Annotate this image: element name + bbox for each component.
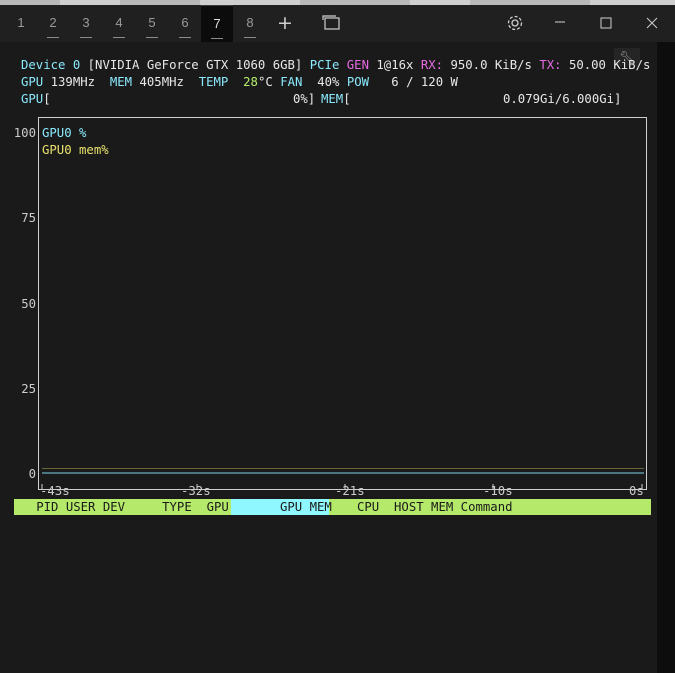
gen-label: GEN <box>346 58 369 72</box>
stats-line: GPU 139MHz MEM 405MHz TEMP 28°C FAN 40% … <box>21 74 458 90</box>
tab-6[interactable]: 6 <box>169 5 201 42</box>
tab-bar: 1 2 3 4 5 6 7 8 + <box>0 5 675 43</box>
scrollbar[interactable] <box>657 42 675 673</box>
legend-mem: GPU0 mem% <box>42 142 109 158</box>
pow-label: POW <box>346 75 370 89</box>
tab-underline <box>244 37 256 38</box>
col-dev[interactable]: DEV <box>103 500 125 514</box>
col-pid[interactable]: PID <box>36 500 58 514</box>
tab-label: 2 <box>49 15 57 30</box>
x-tick-label: -10s <box>483 484 513 498</box>
y-tick-label: 100 <box>13 126 36 140</box>
y-tick-label: 75 <box>21 211 36 226</box>
tab-1[interactable]: 1 <box>5 5 37 42</box>
x-tick-label: 0s <box>629 484 644 498</box>
gpu-util-value: 0%] <box>293 91 315 107</box>
fan-value: 40% <box>317 75 340 89</box>
rx-label: RX: <box>420 58 444 72</box>
y-tick-label: 50 <box>21 296 36 311</box>
gen-value: 1@16x <box>376 58 414 72</box>
process-header-right: CPU HOST MEM Command <box>357 499 513 515</box>
tab-4[interactable]: 4 <box>103 5 135 42</box>
gpu-util-bar: GPU[ <box>21 91 318 107</box>
tab-underline <box>179 37 191 38</box>
gpu-clock-value: 139MHz <box>50 75 96 89</box>
tab-underline <box>80 37 92 38</box>
pcie-label: PCIe <box>309 58 340 72</box>
legend-gpu-label: GPU0 % <box>42 126 87 140</box>
close-icon[interactable] <box>642 5 662 42</box>
mem-util-value: 0.079Gi/6.000Gi] <box>503 91 621 107</box>
gpu-util-percent: 0%] <box>293 92 316 106</box>
tab-5[interactable]: 5 <box>136 5 168 42</box>
tab-underline <box>211 38 223 39</box>
temp-value: 28 <box>243 75 258 89</box>
col-type[interactable]: TYPE <box>162 500 192 514</box>
col-user[interactable]: USER <box>66 500 96 514</box>
fan-label: FAN <box>280 75 303 89</box>
maximize-icon[interactable] <box>596 5 616 42</box>
col-command[interactable]: Command <box>461 500 513 514</box>
tab-2[interactable]: 2 <box>37 5 69 42</box>
tx-label: TX: <box>539 58 562 72</box>
gpu-clock-label: GPU <box>21 75 44 89</box>
gpu-bar-label: GPU <box>21 92 44 106</box>
col-gpu-mem-label: GPU MEM <box>280 499 332 515</box>
utilization-chart <box>38 117 647 490</box>
tab-label: 6 <box>181 15 189 30</box>
tab-label: 5 <box>148 15 156 30</box>
settings-icon[interactable] <box>503 5 527 42</box>
tab-label: 4 <box>115 15 123 30</box>
temp-unit: °C <box>257 75 273 89</box>
process-table-header: PID USER DEV TYPE GPU <box>14 499 651 515</box>
mem-util-bar: MEM[ <box>321 91 351 107</box>
tab-7[interactable]: 7 <box>201 5 233 43</box>
tab-label: 3 <box>82 15 90 30</box>
col-gpu[interactable]: GPU <box>207 500 229 514</box>
tab-underline <box>113 37 125 38</box>
tab-overview-icon[interactable] <box>319 5 343 42</box>
col-cpu[interactable]: CPU <box>357 500 379 514</box>
device-name: [NVIDIA GeForce GTX 1060 6GB] <box>87 58 303 72</box>
tab-label: 1 <box>17 15 25 30</box>
device-label: Device 0 <box>21 58 81 72</box>
tab-label: 8 <box>246 15 254 30</box>
legend-gpu: GPU0 % <box>42 125 86 141</box>
tab-3[interactable]: 3 <box>70 5 102 42</box>
x-tick-label: -32s <box>181 484 211 498</box>
mem-util-amount: 0.079Gi/6.000Gi] <box>503 92 622 106</box>
mem-clock-label: MEM <box>109 75 133 89</box>
temp-label: TEMP <box>198 75 229 89</box>
minimize-icon[interactable] <box>550 5 570 42</box>
y-tick-label: 0 <box>28 467 36 481</box>
pow-value: 6 / 120 W <box>391 75 458 89</box>
new-tab-icon[interactable]: + <box>274 5 296 42</box>
tx-value: 50.00 KiB/s <box>568 58 651 72</box>
col-host-mem[interactable]: HOST MEM <box>394 500 453 514</box>
device-line: Device 0 [NVIDIA GeForce GTX 1060 6GB] P… <box>21 57 650 73</box>
rx-value: 950.0 KiB/s <box>450 58 532 72</box>
x-tick-label: -21s <box>335 484 365 498</box>
gpu-bar-open: [ <box>43 92 51 106</box>
tab-underline <box>146 37 158 38</box>
mem-clock-value: 405MHz <box>139 75 184 89</box>
tab-underline <box>47 37 59 38</box>
tab-8[interactable]: 8 <box>234 5 266 42</box>
col-gpu-mem[interactable]: GPU MEM <box>280 500 332 514</box>
y-tick-label: 25 <box>21 381 36 396</box>
tab-label: 7 <box>213 16 221 31</box>
mem-bar-open: [ <box>343 92 351 106</box>
x-tick-label: -43s <box>40 484 70 498</box>
mem-bar-label: MEM <box>321 92 344 106</box>
legend-mem-label: GPU0 mem% <box>42 143 109 157</box>
